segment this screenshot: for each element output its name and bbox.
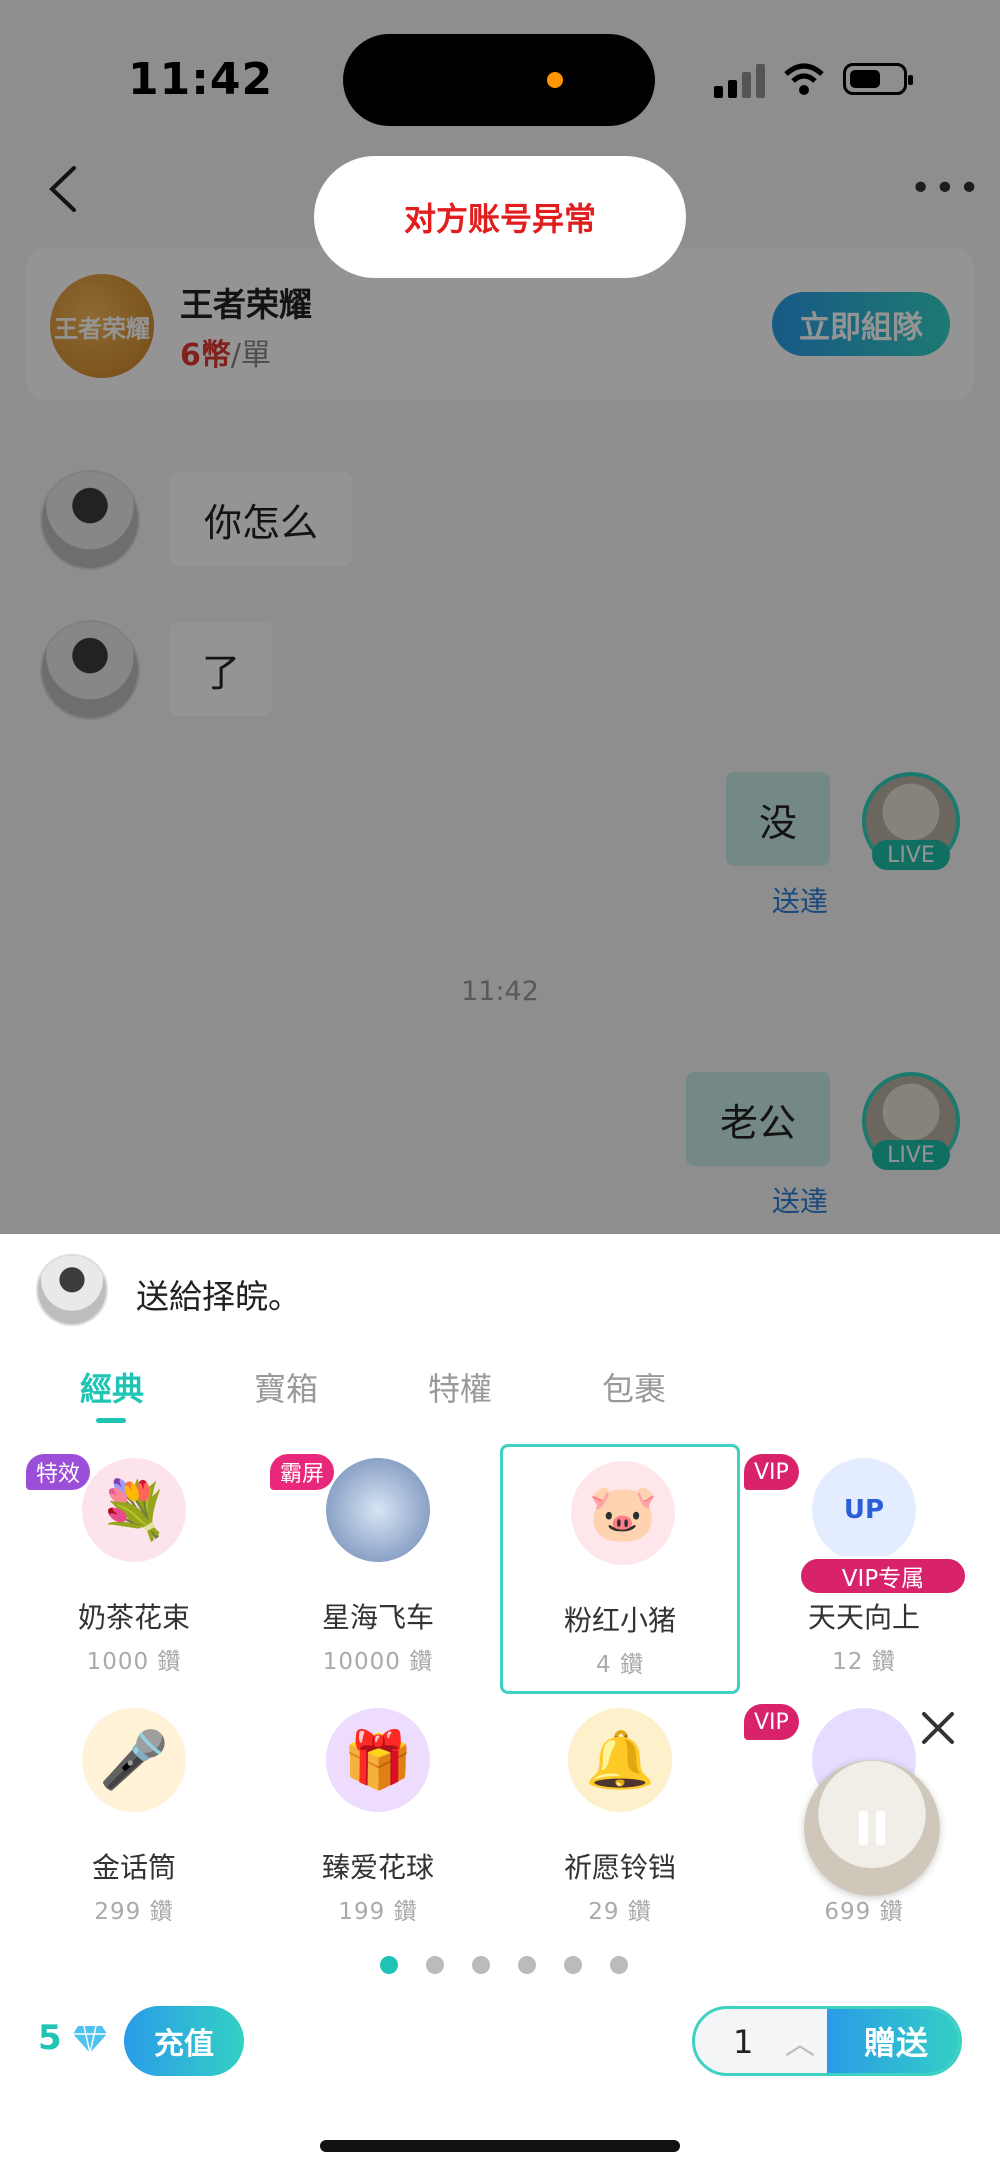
send-gift-button[interactable]: 贈送: [827, 2009, 959, 2073]
starry-car-icon: [326, 1458, 430, 1562]
dynamic-island: [343, 34, 655, 126]
page-dot[interactable]: [472, 1956, 490, 1974]
gift-box-icon: 🎁: [326, 1708, 430, 1812]
tab-privilege[interactable]: 特權: [428, 1364, 492, 1410]
pause-icon[interactable]: [847, 1803, 897, 1853]
bouquet-icon: 💐: [82, 1458, 186, 1562]
status-time: 11:42: [128, 54, 274, 105]
quantity-stepper[interactable]: 1 ︿ 贈送: [692, 2006, 962, 2076]
vip-exclusive-label: VIP专属: [798, 1556, 968, 1596]
recipient-avatar[interactable]: [36, 1254, 108, 1326]
gift-price: 12 鑽: [832, 1649, 896, 1675]
tab-classic[interactable]: 經典: [80, 1364, 144, 1410]
gift-name: 天天向上: [807, 1601, 920, 1634]
page-indicator: [380, 1956, 628, 1974]
page-dot[interactable]: [564, 1956, 582, 1974]
gift-price: 1000 鑽: [86, 1649, 182, 1675]
gift-name: 臻爱花球: [321, 1851, 434, 1884]
vip-badge: VIP: [744, 1704, 799, 1740]
tab-underline: [96, 1418, 126, 1423]
pig-icon: 🐷: [571, 1461, 675, 1565]
gift-price: 699 鑽: [824, 1899, 904, 1925]
chevron-up-icon[interactable]: ︿: [785, 2019, 815, 2063]
battery-icon: [843, 63, 913, 95]
day-day-up-icon: UP: [812, 1458, 916, 1562]
gift-item[interactable]: 🎁 臻爱花球 199 鑽: [258, 1694, 498, 1944]
fullscreen-badge: 霸屏: [270, 1454, 335, 1490]
quantity-value[interactable]: 1: [733, 2023, 753, 2061]
recharge-button[interactable]: 充值: [124, 2006, 244, 2076]
vip-badge: VIP: [744, 1454, 799, 1490]
wifi-icon: [784, 62, 824, 96]
diamond-balance: 5: [38, 2018, 62, 2058]
tab-treasure-box[interactable]: 寶箱: [254, 1364, 318, 1410]
page-dot[interactable]: [380, 1956, 398, 1974]
gift-price: 199 鑽: [338, 1899, 418, 1925]
diamond-icon: [72, 2024, 108, 2054]
floating-player[interactable]: [804, 1760, 940, 1896]
gift-item[interactable]: 🎤 金话筒 299 鑽: [14, 1694, 254, 1944]
gift-name: 奶茶花束: [77, 1601, 190, 1634]
gift-name: 祈愿铃铛: [563, 1851, 676, 1884]
gift-price: 10000 鑽: [322, 1649, 434, 1675]
gift-price: 299 鑽: [94, 1899, 174, 1925]
page-dot[interactable]: [426, 1956, 444, 1974]
tab-package[interactable]: 包裹: [602, 1364, 666, 1410]
microphone-icon: 🎤: [82, 1708, 186, 1812]
gift-name: 金话筒: [91, 1851, 176, 1884]
gift-item[interactable]: 霸屏 星海飞车 10000 鑽: [258, 1444, 498, 1694]
gift-price: 4 鑽: [596, 1652, 644, 1678]
toast-message: 对方账号异常: [314, 156, 686, 278]
signal-icon: [714, 64, 768, 98]
gift-item-selected[interactable]: 🐷 粉红小猪 4 鑽: [500, 1444, 740, 1694]
page-dot[interactable]: [610, 1956, 628, 1974]
gift-item[interactable]: 🔔 祈愿铃铛 29 鑽: [500, 1694, 740, 1944]
recipient-label: 送給择皖。: [136, 1277, 301, 1316]
close-icon[interactable]: [918, 1708, 958, 1748]
gift-name: 粉红小猪: [563, 1604, 676, 1637]
gift-item[interactable]: 💐 特效 奶茶花束 1000 鑽: [14, 1444, 254, 1694]
page-dot[interactable]: [518, 1956, 536, 1974]
bell-icon: 🔔: [568, 1708, 672, 1812]
home-indicator: [320, 2140, 680, 2152]
effect-badge: 特效: [26, 1454, 91, 1490]
gift-item[interactable]: UP VIP VIP专属 天天向上 12 鑽: [744, 1444, 984, 1694]
gift-price: 29 鑽: [588, 1899, 652, 1925]
recording-dot-icon: [547, 72, 563, 88]
gift-name: 星海飞车: [321, 1601, 434, 1634]
